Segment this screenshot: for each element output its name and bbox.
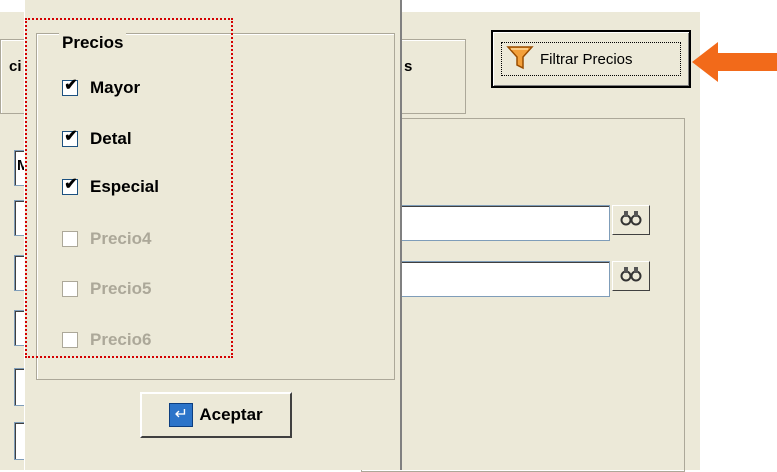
enter-icon: ↵ xyxy=(169,403,194,427)
binoculars-icon xyxy=(620,209,642,232)
truncated-label-left: ci xyxy=(9,58,22,75)
filter-prices-button[interactable]: Filtrar Precios xyxy=(491,30,691,88)
filter-prices-label: Filtrar Precios xyxy=(540,50,633,68)
arrow-icon xyxy=(692,42,777,82)
lookup-field-1[interactable] xyxy=(398,205,610,241)
focus-highlight xyxy=(25,18,233,358)
funnel-icon xyxy=(506,44,534,75)
binoculars-icon xyxy=(620,265,642,288)
truncated-label-right: s xyxy=(404,58,413,75)
accept-button[interactable]: ↵ Aceptar xyxy=(140,392,292,438)
search-button-2[interactable] xyxy=(612,261,650,291)
lookup-field-2[interactable] xyxy=(398,261,610,297)
search-button-1[interactable] xyxy=(612,205,650,235)
accept-button-label: Aceptar xyxy=(199,405,263,424)
